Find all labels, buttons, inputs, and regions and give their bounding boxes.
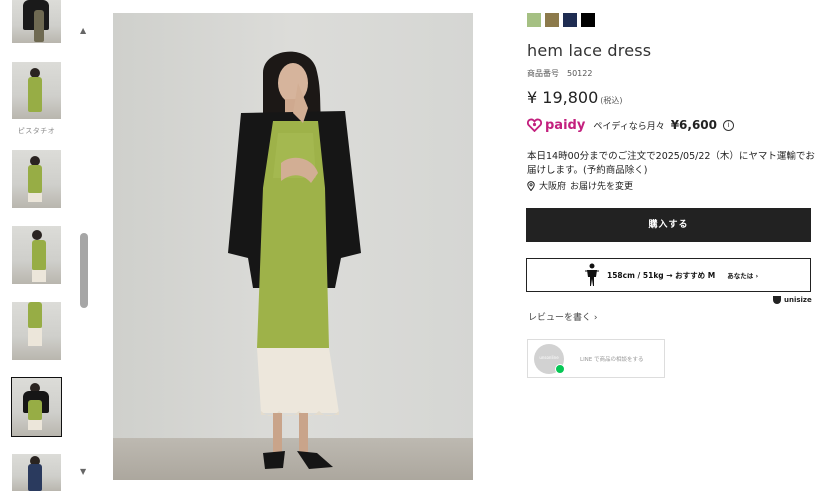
unisize-recommendation-text: 158cm / 51kg → おすすめ M <box>607 270 716 280</box>
thumbnail-image[interactable] <box>12 0 61 43</box>
unisize-logo-mark-icon <box>773 296 781 304</box>
paidy-amount: ¥6,600 <box>670 118 718 132</box>
thumbnail-image[interactable] <box>12 150 61 208</box>
thumbnail-image-selected[interactable] <box>11 377 62 437</box>
product-number-value: 50122 <box>567 69 593 78</box>
unisize-recommendation-button[interactable]: 158cm / 51kg → おすすめ M あなたは › <box>526 258 811 292</box>
write-review-label: レビューを書く <box>528 313 592 323</box>
delivery-location: 大阪府 お届け先を変更 <box>527 179 633 192</box>
thumbnail-image[interactable] <box>12 302 61 360</box>
chevron-right-icon: › <box>593 313 598 323</box>
color-swatch[interactable] <box>563 13 577 27</box>
scrollbar-thumb[interactable] <box>80 233 88 308</box>
scroll-down-icon[interactable]: ▼ <box>80 468 86 476</box>
unisize-you-label: あなたは › <box>727 270 758 280</box>
unisize-you-text: あなたは <box>727 272 754 280</box>
thumbnail-image[interactable] <box>12 62 61 119</box>
price-value: ¥ 19,800 <box>527 88 599 107</box>
color-swatch[interactable] <box>527 13 541 27</box>
chevron-right-icon: › <box>755 272 759 280</box>
paidy-logo-text: paidy <box>545 117 586 133</box>
paidy-installment[interactable]: paidy ペイディなら月々 ¥6,600 i <box>527 117 735 133</box>
color-swatches <box>527 13 595 27</box>
person-figure-icon <box>585 263 599 286</box>
unisize-logo-text: unisize <box>784 296 812 304</box>
buy-button[interactable]: 購入する <box>526 208 811 242</box>
paidy-heart-icon <box>527 118 542 132</box>
paidy-text: ペイディなら月々 <box>593 121 665 132</box>
product-price: ¥ 19,800 (税込) <box>527 88 623 107</box>
product-number-label: 商品番号 <box>527 69 559 78</box>
line-badge-icon <box>555 364 565 374</box>
info-icon[interactable]: i <box>723 119 735 131</box>
avatar-label: unsonline <box>539 355 559 360</box>
location-pin-icon <box>527 180 535 191</box>
main-product-image <box>113 13 473 480</box>
thumbnail-image[interactable] <box>12 226 61 284</box>
product-number: 商品番号 50122 <box>527 68 592 79</box>
color-swatch[interactable] <box>581 13 595 27</box>
paidy-logo: paidy <box>527 118 585 133</box>
product-title: hem lace dress <box>527 41 652 60</box>
thumbnail-image[interactable] <box>12 454 61 491</box>
scroll-up-icon[interactable]: ▲ <box>80 27 86 35</box>
location-prefecture: 大阪府 <box>539 182 567 192</box>
line-consult-text: LINE で商品の相談をする <box>580 357 644 363</box>
write-review-link[interactable]: レビューを書く › <box>528 310 598 323</box>
line-consult-banner[interactable]: unsonline LINE で商品の相談をする <box>527 339 665 378</box>
delivery-info: 本日14時00分までのご注文で2025/05/22（木）にヤマト運輸でお届けしま… <box>527 151 815 176</box>
tax-note: (税込) <box>600 96 623 105</box>
thumbnail-caption: ピスタチオ <box>17 127 56 135</box>
change-location-link[interactable]: お届け先を変更 <box>570 179 633 192</box>
thumbnail-rail: ピスタチオ ▲ ▼ <box>0 0 96 491</box>
unisize-logo: unisize <box>773 296 812 304</box>
color-swatch[interactable] <box>545 13 559 27</box>
